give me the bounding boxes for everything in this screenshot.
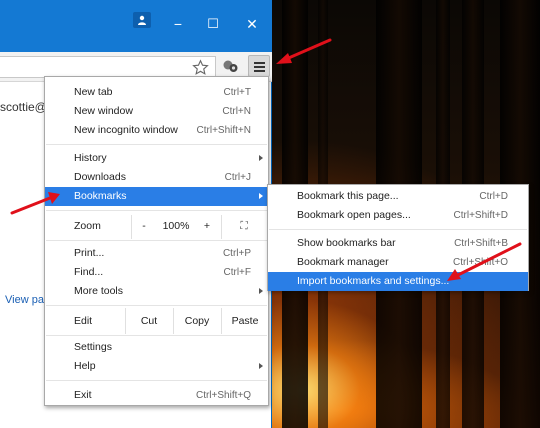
shortcut-text: Ctrl+Shift+B [454, 238, 508, 249]
menu-item-label: Bookmark open pages... [297, 209, 411, 221]
menu-item-label: Find... [74, 266, 104, 278]
menu-item-label: New incognito window [74, 124, 178, 136]
divider [221, 308, 222, 334]
submenu-arrow-icon [259, 193, 263, 199]
fullscreen-icon[interactable]: ⛶ [231, 215, 257, 237]
menu-item-label: Settings [74, 341, 112, 353]
shortcut-text: Ctrl+D [479, 191, 508, 202]
bookmarks-submenu: Bookmark this page... Ctrl+D Bookmark ope… [267, 184, 529, 291]
menu-item-exit[interactable]: Exit Ctrl+Shift+Q [45, 386, 268, 405]
menu-divider [46, 305, 267, 306]
menu-item-new-tab[interactable]: New tab Ctrl+T [45, 83, 268, 102]
view-page-link[interactable]: View pa [5, 294, 44, 306]
star-icon[interactable] [192, 59, 209, 76]
menu-item-label: Bookmarks [74, 190, 127, 202]
menu-item-history[interactable]: History [45, 149, 268, 168]
zoom-label: Zoom [74, 220, 101, 232]
address-bar[interactable] [0, 56, 216, 78]
menu-divider [46, 144, 267, 145]
shortcut-text: Ctrl+Shift+N [196, 125, 251, 136]
menu-item-downloads[interactable]: Downloads Ctrl+J [45, 168, 268, 187]
menu-item-help[interactable]: Help [45, 357, 268, 376]
menu-item-settings[interactable]: Settings [45, 338, 268, 357]
extension-icon[interactable] [222, 58, 239, 75]
menu-item-label: Import bookmarks and settings... [297, 275, 450, 287]
zoom-in-button[interactable]: + [198, 215, 216, 237]
menu-item-label: Bookmark manager [297, 256, 389, 268]
menu-item-label: Exit [74, 389, 92, 401]
menu-item-print[interactable]: Print... Ctrl+P [45, 244, 268, 263]
person-icon [138, 15, 146, 25]
shortcut-text: Ctrl+P [222, 248, 251, 259]
edit-label: Edit [74, 315, 93, 327]
submenu-item-bookmark-open-pages[interactable]: Bookmark open pages... Ctrl+Shift+D [268, 206, 528, 225]
menu-divider [46, 335, 267, 336]
shortcut-text: Ctrl+F [223, 267, 252, 278]
zoom-level-value: 100% [162, 220, 190, 232]
submenu-arrow-icon [259, 155, 263, 161]
submenu-item-import-bookmarks[interactable]: Import bookmarks and settings... [268, 272, 528, 291]
menu-item-more-tools[interactable]: More tools [45, 282, 268, 301]
menu-divider [46, 380, 267, 381]
menu-item-label: Print... [74, 247, 105, 259]
shortcut-text: Ctrl+Shift+Q [195, 390, 251, 401]
chrome-menu-button[interactable] [248, 55, 270, 77]
menu-divider [46, 240, 267, 241]
menu-item-label: New window [74, 105, 133, 117]
submenu-item-bookmark-page[interactable]: Bookmark this page... Ctrl+D [268, 187, 528, 206]
maximize-button[interactable]: ☐ [203, 14, 223, 34]
menu-item-new-window[interactable]: New window Ctrl+N [45, 102, 268, 121]
title-bar: − ☐ ✕ [0, 0, 272, 52]
submenu-arrow-icon [259, 288, 263, 294]
divider [131, 215, 132, 239]
menu-item-find[interactable]: Find... Ctrl+F [45, 263, 268, 282]
paste-button[interactable]: Paste [223, 308, 267, 334]
divider [173, 308, 174, 334]
account-email-fragment: scottie@ [0, 100, 47, 114]
divider [125, 308, 126, 334]
menu-item-new-incognito[interactable]: New incognito window Ctrl+Shift+N [45, 121, 268, 140]
shortcut-text: Ctrl+T [223, 87, 252, 98]
cut-button[interactable]: Cut [127, 308, 171, 334]
shortcut-text: Ctrl+N [222, 106, 251, 117]
menu-item-label: Bookmark this page... [297, 190, 399, 202]
copy-button[interactable]: Copy [175, 308, 219, 334]
menu-divider [269, 229, 527, 230]
minimize-button[interactable]: − [168, 14, 188, 34]
submenu-arrow-icon [259, 363, 263, 369]
chrome-main-menu: New tab Ctrl+T New window Ctrl+N New incog… [44, 76, 269, 406]
menu-item-label: Help [74, 360, 96, 372]
submenu-item-show-bookmarks-bar[interactable]: Show bookmarks bar Ctrl+Shift+B [268, 234, 528, 253]
shortcut-text: Ctrl+Shift+O [452, 257, 508, 268]
edit-controls: Edit Cut Copy Paste [45, 308, 268, 334]
profile-button[interactable] [133, 12, 151, 28]
divider [221, 215, 222, 239]
close-button[interactable]: ✕ [242, 14, 262, 34]
shortcut-text: Ctrl+J [224, 172, 251, 183]
menu-item-label: More tools [74, 285, 124, 297]
menu-item-label: History [74, 152, 107, 164]
submenu-item-bookmark-manager[interactable]: Bookmark manager Ctrl+Shift+O [268, 253, 528, 272]
menu-item-bookmarks[interactable]: Bookmarks [45, 187, 268, 206]
menu-item-label: Show bookmarks bar [297, 237, 396, 249]
menu-divider [46, 210, 267, 211]
zoom-out-button[interactable]: - [135, 215, 153, 237]
menu-item-label: Downloads [74, 171, 126, 183]
menu-item-label: New tab [74, 86, 113, 98]
zoom-controls: Zoom - 100% + ⛶ [45, 215, 268, 239]
shortcut-text: Ctrl+Shift+D [453, 210, 508, 221]
